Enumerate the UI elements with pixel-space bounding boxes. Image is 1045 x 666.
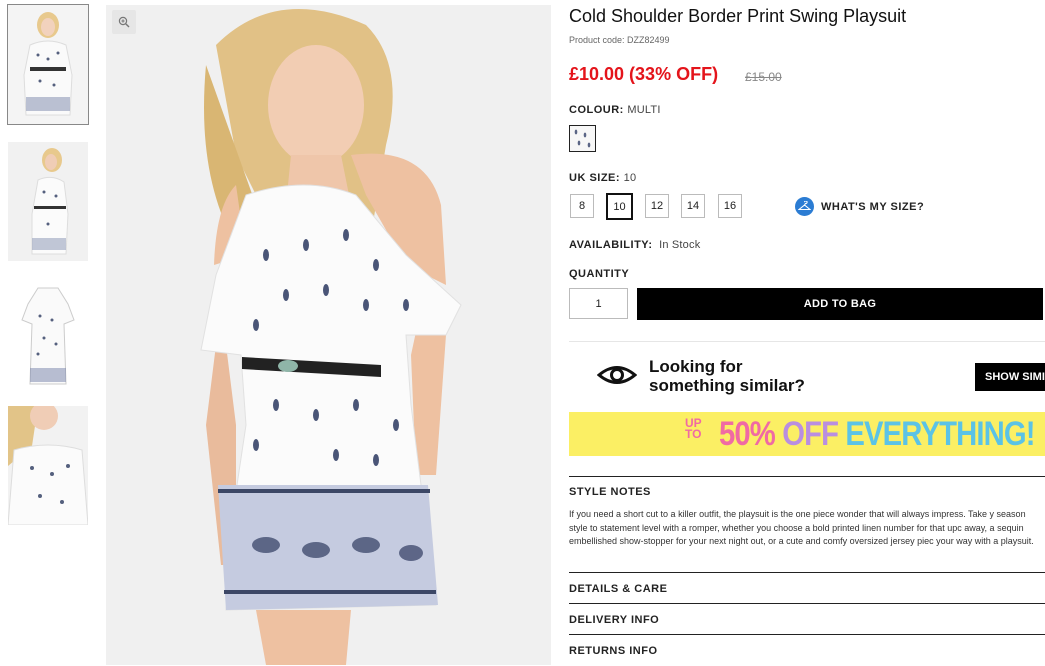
details-care-heading[interactable]: DETAILS & CARE bbox=[569, 583, 667, 595]
size-label: UK SIZE: 10 bbox=[569, 172, 636, 184]
promo-headline: 50% OFF EVERYTHING! bbox=[719, 415, 1036, 454]
returns-info-section[interactable]: RETURNS INFO bbox=[569, 634, 1045, 666]
promo-banner[interactable]: UP TO 50% OFF EVERYTHING! bbox=[569, 412, 1045, 456]
promo-upto: UP TO bbox=[685, 417, 702, 441]
delivery-info-section[interactable]: DELIVERY INFO bbox=[569, 603, 1045, 635]
colour-value: MULTI bbox=[627, 104, 661, 116]
availability-label: AVAILABILITY: bbox=[569, 239, 653, 251]
size-option-16[interactable]: 16 bbox=[718, 194, 742, 218]
returns-info-heading[interactable]: RETURNS INFO bbox=[569, 645, 658, 657]
quantity-label: QUANTITY bbox=[569, 268, 630, 280]
sale-price: £10.00 (33% OFF) bbox=[569, 64, 719, 84]
availability: AVAILABILITY: In Stock bbox=[569, 239, 700, 251]
main-product-image[interactable] bbox=[106, 5, 551, 665]
similar-line-2: something similar? bbox=[649, 376, 805, 395]
zoom-button[interactable] bbox=[112, 10, 136, 34]
thumbnail-side[interactable] bbox=[8, 142, 88, 261]
style-notes-body: If you need a short cut to a killer outf… bbox=[569, 509, 1034, 546]
size-option-12[interactable]: 12 bbox=[645, 194, 669, 218]
thumbnail-closeup[interactable] bbox=[8, 406, 88, 525]
size-option-10[interactable]: 10 bbox=[606, 193, 633, 220]
colour-label: COLOUR: MULTI bbox=[569, 104, 661, 116]
promo-percent: 50% bbox=[719, 415, 776, 453]
zoom-icon bbox=[118, 16, 130, 28]
quantity-input[interactable]: 1 bbox=[569, 288, 628, 319]
product-title: Cold Shoulder Border Print Swing Playsui… bbox=[569, 6, 907, 26]
size-label-text: UK SIZE: bbox=[569, 172, 621, 184]
hanger-icon bbox=[795, 197, 814, 216]
promo-upto-2: TO bbox=[685, 427, 702, 441]
thumbnail-front[interactable] bbox=[7, 4, 89, 125]
delivery-info-heading[interactable]: DELIVERY INFO bbox=[569, 614, 659, 626]
similar-heading: Looking for something similar? bbox=[649, 357, 805, 395]
similar-banner: Looking for something similar? SHOW SIMI bbox=[569, 341, 1045, 404]
colour-label-text: COLOUR: bbox=[569, 104, 624, 116]
eye-icon bbox=[597, 366, 637, 384]
was-price: £15.00 bbox=[745, 70, 782, 84]
whats-my-size-link[interactable]: WHAT'S MY SIZE? bbox=[795, 197, 924, 216]
style-notes-section: STYLE NOTES If you need a short cut to a… bbox=[569, 476, 1045, 546]
size-option-8[interactable]: 8 bbox=[570, 194, 594, 218]
availability-value: In Stock bbox=[659, 239, 701, 251]
add-to-bag-button[interactable]: ADD TO BAG bbox=[637, 288, 1043, 320]
whats-my-size-label: WHAT'S MY SIZE? bbox=[821, 200, 925, 213]
show-similar-button[interactable]: SHOW SIMI bbox=[975, 363, 1045, 391]
size-option-14[interactable]: 14 bbox=[681, 194, 705, 218]
size-value: 10 bbox=[623, 172, 637, 184]
similar-line-1: Looking for bbox=[649, 357, 743, 376]
promo-everything: EVERYTHING! bbox=[838, 415, 1035, 453]
promo-off: OFF bbox=[774, 415, 839, 453]
style-notes-heading[interactable]: STYLE NOTES bbox=[569, 486, 651, 498]
thumbnail-flat[interactable] bbox=[8, 280, 88, 399]
colour-swatch-multi[interactable] bbox=[569, 125, 596, 152]
details-care-section[interactable]: DETAILS & CARE bbox=[569, 572, 1045, 604]
product-code: Product code: DZZ82499 bbox=[569, 35, 670, 45]
